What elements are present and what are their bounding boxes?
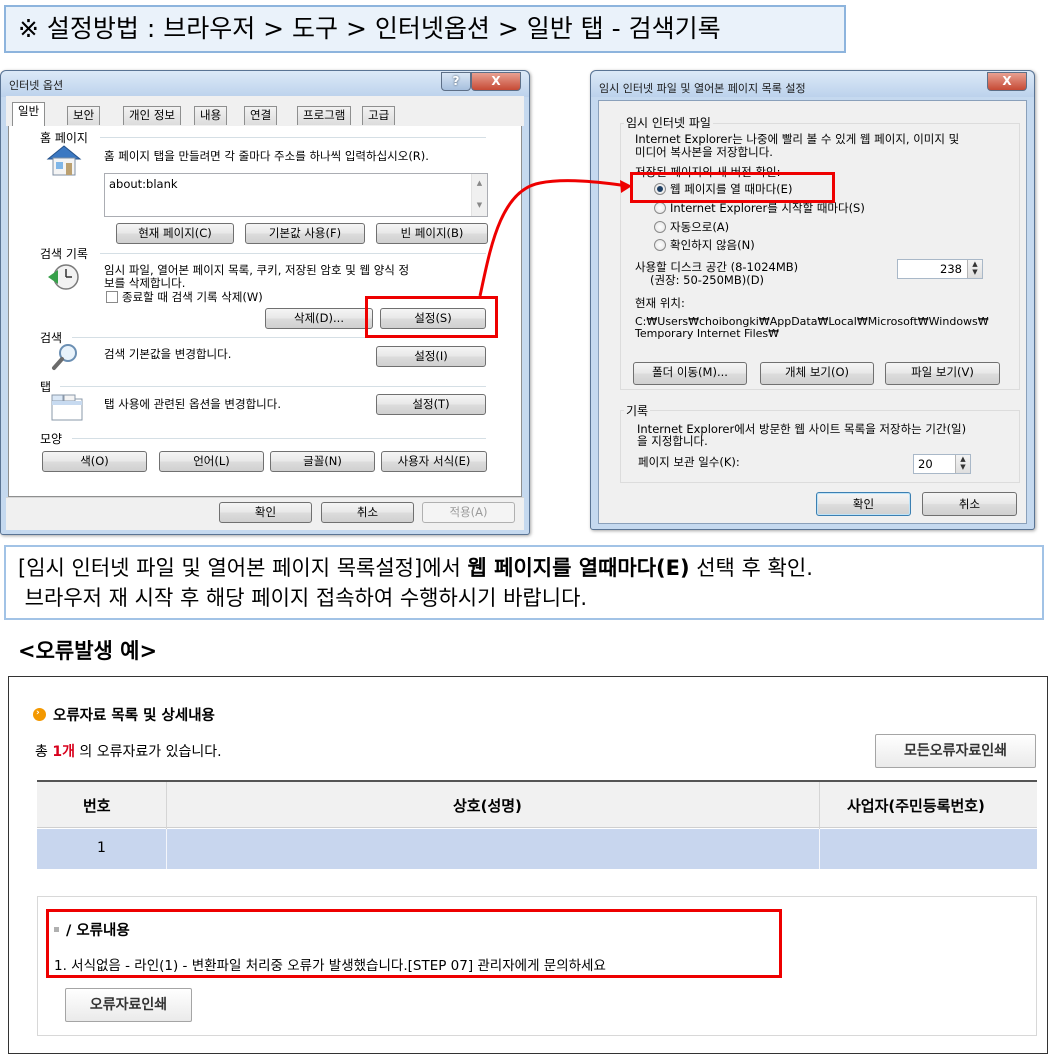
print-all-errors-button[interactable]: 모든오류자료인쇄 — [875, 734, 1036, 768]
error-detail-highlight-box — [46, 909, 782, 978]
instruction-line1: [임시 인터넷 파일 및 열어본 페이지 목록설정]에서 웹 페이지를 열때마다… — [18, 553, 1042, 583]
error-example-heading: <오류발생 예> — [18, 639, 158, 663]
table-header-row: 번호 상호(성명) 사업자(주민등록번호) — [37, 782, 1037, 869]
print-error-button[interactable]: 오류자료인쇄 — [65, 988, 192, 1022]
table-row[interactable]: 1 — [37, 829, 1037, 869]
instruction-line2: 브라우저 재 시작 후 해당 페이지 접속하여 수행하시기 바랍니다. — [18, 586, 588, 610]
connector-arrow — [478, 179, 632, 297]
error-example-panel: › 오류자료 목록 및 상세내용 총 1개 의 오류자료가 있습니다. 모든오류… — [8, 676, 1048, 1054]
row-divider — [166, 829, 167, 869]
error-count-value: 1개 — [52, 744, 75, 760]
col-name-header: 상호(성명) — [453, 797, 522, 815]
error-count-post: 의 오류자료가 있습니다. — [74, 744, 222, 760]
col-number-header: 번호 — [83, 797, 111, 815]
instruction-pre: [임시 인터넷 파일 및 열어본 페이지 목록설정]에서 — [18, 556, 468, 580]
row-number-cell: 1 — [97, 840, 106, 856]
error-table: 번호 상호(성명) 사업자(주민등록번호) 1 — [37, 780, 1037, 869]
instruction-box: [임시 인터넷 파일 및 열어본 페이지 목록설정]에서 웹 페이지를 열때마다… — [4, 545, 1044, 620]
bullet-circle-icon: › — [33, 708, 46, 721]
error-section-title: 오류자료 목록 및 상세내용 — [53, 708, 215, 724]
col-bizno-header: 사업자(주민등록번호) — [847, 797, 985, 815]
tab-general[interactable]: 일반 — [12, 102, 46, 126]
error-count-pre: 총 — [35, 744, 53, 760]
error-count-text: 총 1개 의 오류자료가 있습니다. — [35, 741, 222, 761]
instruction-bold: 웹 페이지를 열때마다(E) — [467, 556, 690, 580]
row-divider — [819, 829, 820, 869]
instruction-post: 선택 후 확인. — [689, 556, 813, 580]
